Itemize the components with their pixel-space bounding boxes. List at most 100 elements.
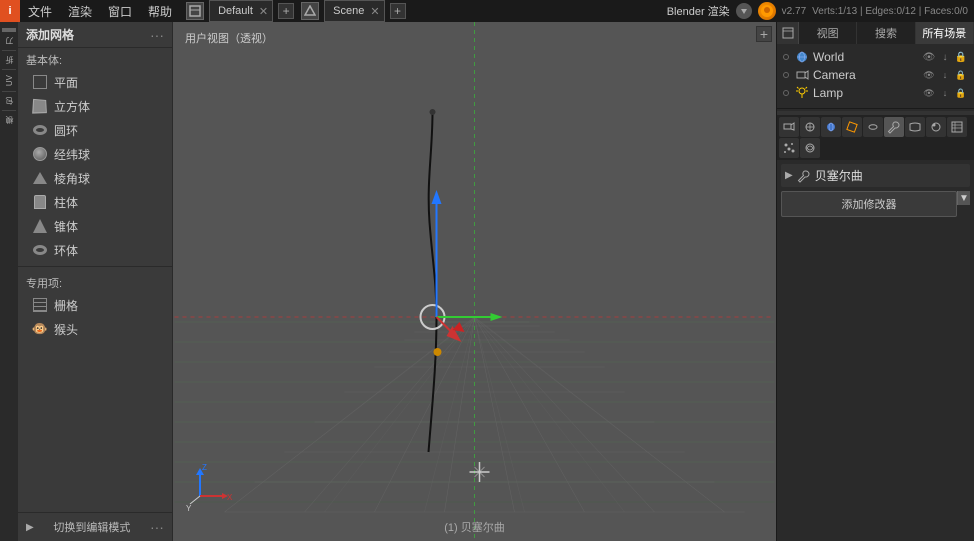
version-label: v2.77 <box>782 6 806 17</box>
add-scene-tab-btn[interactable]: + <box>390 3 406 19</box>
mesh-item-cylinder[interactable]: 柱体 <box>22 191 168 213</box>
left-toolbar: 刀 折 UV 包 模 <box>0 22 18 541</box>
viewport-corner-plus[interactable]: + <box>756 26 772 42</box>
add-tab-btn[interactable]: + <box>278 3 294 19</box>
menu-window[interactable]: 窗口 <box>100 0 140 22</box>
default-tab-label: Default <box>214 5 257 17</box>
camera-icons-right: 👁 ↓ 🔒 <box>922 68 968 82</box>
mesh-item-icosphere[interactable]: 棱角球 <box>22 167 168 189</box>
basic-section-label: 基本体: <box>18 48 172 70</box>
prop-tab-texture[interactable] <box>947 117 967 137</box>
add-modifier-btn[interactable]: 添加修改器 <box>781 191 957 217</box>
world-expand <box>783 54 789 60</box>
right-top-tabs: 视图 搜索 所有场景 <box>777 22 974 44</box>
lamp-vis-2[interactable]: ↓ <box>938 86 952 100</box>
menu-render[interactable]: 渲染 <box>60 0 100 22</box>
mesh-item-plane[interactable]: 平面 <box>22 71 168 93</box>
icosphere-icon <box>30 169 50 187</box>
scene-tab-label: Scene <box>329 5 368 17</box>
lamp-vis-1[interactable]: 👁 <box>922 86 936 100</box>
toolbar-group-5[interactable]: 模 <box>4 114 15 126</box>
mesh-item-grid[interactable]: 栅格 <box>22 294 168 316</box>
mesh-item-cone[interactable]: 锥体 <box>22 215 168 237</box>
add-modifier-dropdown[interactable]: ▼ <box>957 191 970 205</box>
bottom-dots[interactable]: ··· <box>150 519 164 535</box>
toggle-edit-mode[interactable]: ▶ 切换到编辑模式 ··· <box>18 512 172 541</box>
prop-tab-scene[interactable] <box>800 117 820 137</box>
editor-type-icon[interactable] <box>186 2 204 20</box>
world-vis-1[interactable]: 👁 <box>922 50 936 64</box>
grid-icon <box>30 296 50 314</box>
toolbar-group-2[interactable]: 折 <box>4 54 15 66</box>
scene-item-camera[interactable]: Camera 👁 ↓ 🔒 <box>777 66 974 84</box>
prop-tab-object[interactable] <box>842 117 862 137</box>
prop-tab-constraints[interactable] <box>863 117 883 137</box>
edit-mode-label: 切换到编辑模式 <box>53 519 130 535</box>
left-panel: 添加网格 ··· 基本体: 平面 立方体 圆环 经纬球 <box>18 22 173 541</box>
default-tab-close[interactable]: ✕ <box>259 5 268 18</box>
mesh-item-monkey[interactable]: 🐵 猴头 <box>22 318 168 340</box>
scene-panel-icon[interactable] <box>777 22 799 44</box>
svg-text:Z: Z <box>202 463 207 472</box>
axis-widget: Z X Y <box>185 461 235 511</box>
scene-tab-close[interactable]: ✕ <box>370 5 379 18</box>
header-triangle: ▶ <box>785 170 793 181</box>
camera-icon <box>795 68 809 82</box>
viewport[interactable]: 用户视图（透视） + Z X Y (1) 贝塞尔曲 <box>173 22 776 541</box>
toolbar-divider-5 <box>2 110 16 111</box>
mesh-item-uvsphere[interactable]: 经纬球 <box>22 143 168 165</box>
default-tab[interactable]: Default ✕ <box>209 0 273 22</box>
modifier-header[interactable]: ▶ 贝塞尔曲 <box>781 164 970 187</box>
cube-label: 立方体 <box>54 98 90 115</box>
cone-icon <box>30 217 50 235</box>
prop-tab-particles[interactable] <box>779 138 799 158</box>
scene-editor-icon[interactable] <box>301 2 319 20</box>
toolbar-group-4[interactable]: 包 <box>4 95 15 107</box>
toolbar-group-1[interactable]: 刀 <box>4 35 15 47</box>
mesh-item-cube[interactable]: 立方体 <box>22 95 168 117</box>
viewport-label: 用户视图（透视） <box>185 30 273 46</box>
cube-icon <box>30 97 50 115</box>
menu-help[interactable]: 帮助 <box>140 0 180 22</box>
left-panel-collapse[interactable]: ··· <box>150 27 164 43</box>
renderer-dropdown[interactable] <box>736 3 752 19</box>
circle-label: 圆环 <box>54 122 78 139</box>
camera-vis-2[interactable]: ↓ <box>938 68 952 82</box>
tab-search[interactable]: 搜索 <box>857 22 915 44</box>
prop-tab-material[interactable] <box>926 117 946 137</box>
world-vis-2[interactable]: ↓ <box>938 50 952 64</box>
lamp-icon <box>795 86 809 100</box>
prop-tab-render[interactable] <box>779 117 799 137</box>
prop-tab-data[interactable] <box>905 117 925 137</box>
tab-view[interactable]: 视图 <box>799 22 857 44</box>
toolbar-divider-4 <box>2 91 16 92</box>
lamp-expand <box>783 90 789 96</box>
camera-label: Camera <box>813 68 856 82</box>
menu-file[interactable]: 文件 <box>20 0 60 22</box>
viewport-svg <box>173 22 776 541</box>
prop-tab-modifiers[interactable] <box>884 117 904 137</box>
tab-all-scenes[interactable]: 所有场景 <box>916 22 974 44</box>
blender-logo <box>758 2 776 20</box>
svg-text:X: X <box>227 493 233 502</box>
scene-item-lamp[interactable]: Lamp 👁 ↓ 🔒 <box>777 84 974 102</box>
mesh-item-circle[interactable]: 圆环 <box>22 119 168 141</box>
stats-label: Verts:1/13 | Edges:0/12 | Faces:0/0 <box>812 6 968 17</box>
torus-label: 环体 <box>54 242 78 259</box>
prop-tab-physics[interactable] <box>800 138 820 158</box>
uvsphere-label: 经纬球 <box>54 146 90 163</box>
mesh-item-torus[interactable]: 环体 <box>22 239 168 261</box>
toolbar-group-3[interactable]: UV <box>5 73 14 88</box>
main-layout: 刀 折 UV 包 模 添加网格 ··· 基本体: 平面 立 <box>0 22 974 541</box>
camera-vis-3[interactable]: 🔒 <box>954 68 968 82</box>
world-vis-3[interactable]: 🔒 <box>954 50 968 64</box>
scene-item-world[interactable]: World 👁 ↓ 🔒 <box>777 48 974 66</box>
cylinder-icon <box>30 193 50 211</box>
lamp-vis-3[interactable]: 🔒 <box>954 86 968 100</box>
prop-tab-world[interactable] <box>821 117 841 137</box>
camera-vis-1[interactable]: 👁 <box>922 68 936 82</box>
icosphere-label: 棱角球 <box>54 170 90 187</box>
scene-tab[interactable]: Scene ✕ <box>324 0 384 22</box>
circle-icon <box>30 121 50 139</box>
uvsphere-icon <box>30 145 50 163</box>
